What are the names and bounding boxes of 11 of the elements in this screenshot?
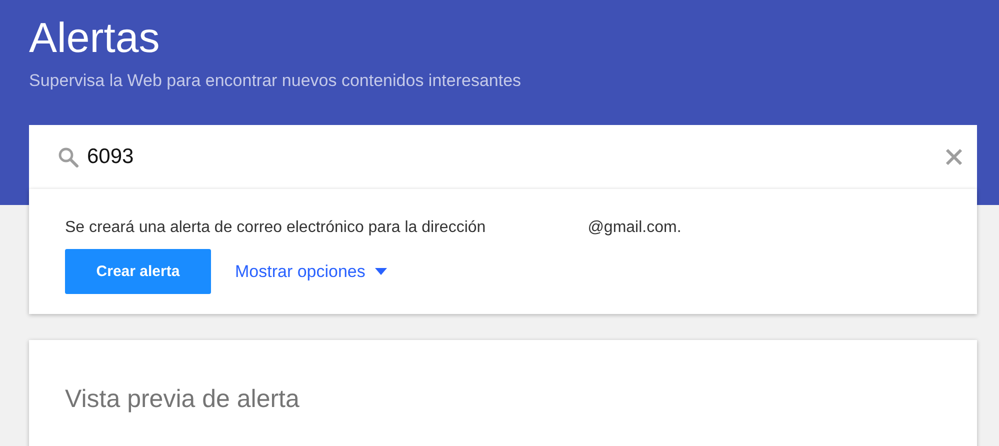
caret-icon bbox=[375, 268, 388, 275]
preview-title: Vista previa de alerta bbox=[65, 385, 300, 414]
search-icon bbox=[57, 146, 79, 168]
email-address: @gmail.com. bbox=[588, 218, 682, 238]
close-icon[interactable] bbox=[945, 148, 963, 166]
page-title: Alertas bbox=[29, 13, 161, 63]
search-bar[interactable]: 6093 bbox=[29, 125, 977, 189]
page-subtitle: Supervisa la Web para encontrar nuevos contenidos interesantes bbox=[29, 70, 522, 92]
alert-message: Se creará una alerta de correo electrónico para la dirección bbox=[65, 218, 486, 238]
search-field[interactable]: 6093 bbox=[87, 145, 945, 169]
show-options-link[interactable]: Mostrar opciones bbox=[235, 262, 388, 282]
